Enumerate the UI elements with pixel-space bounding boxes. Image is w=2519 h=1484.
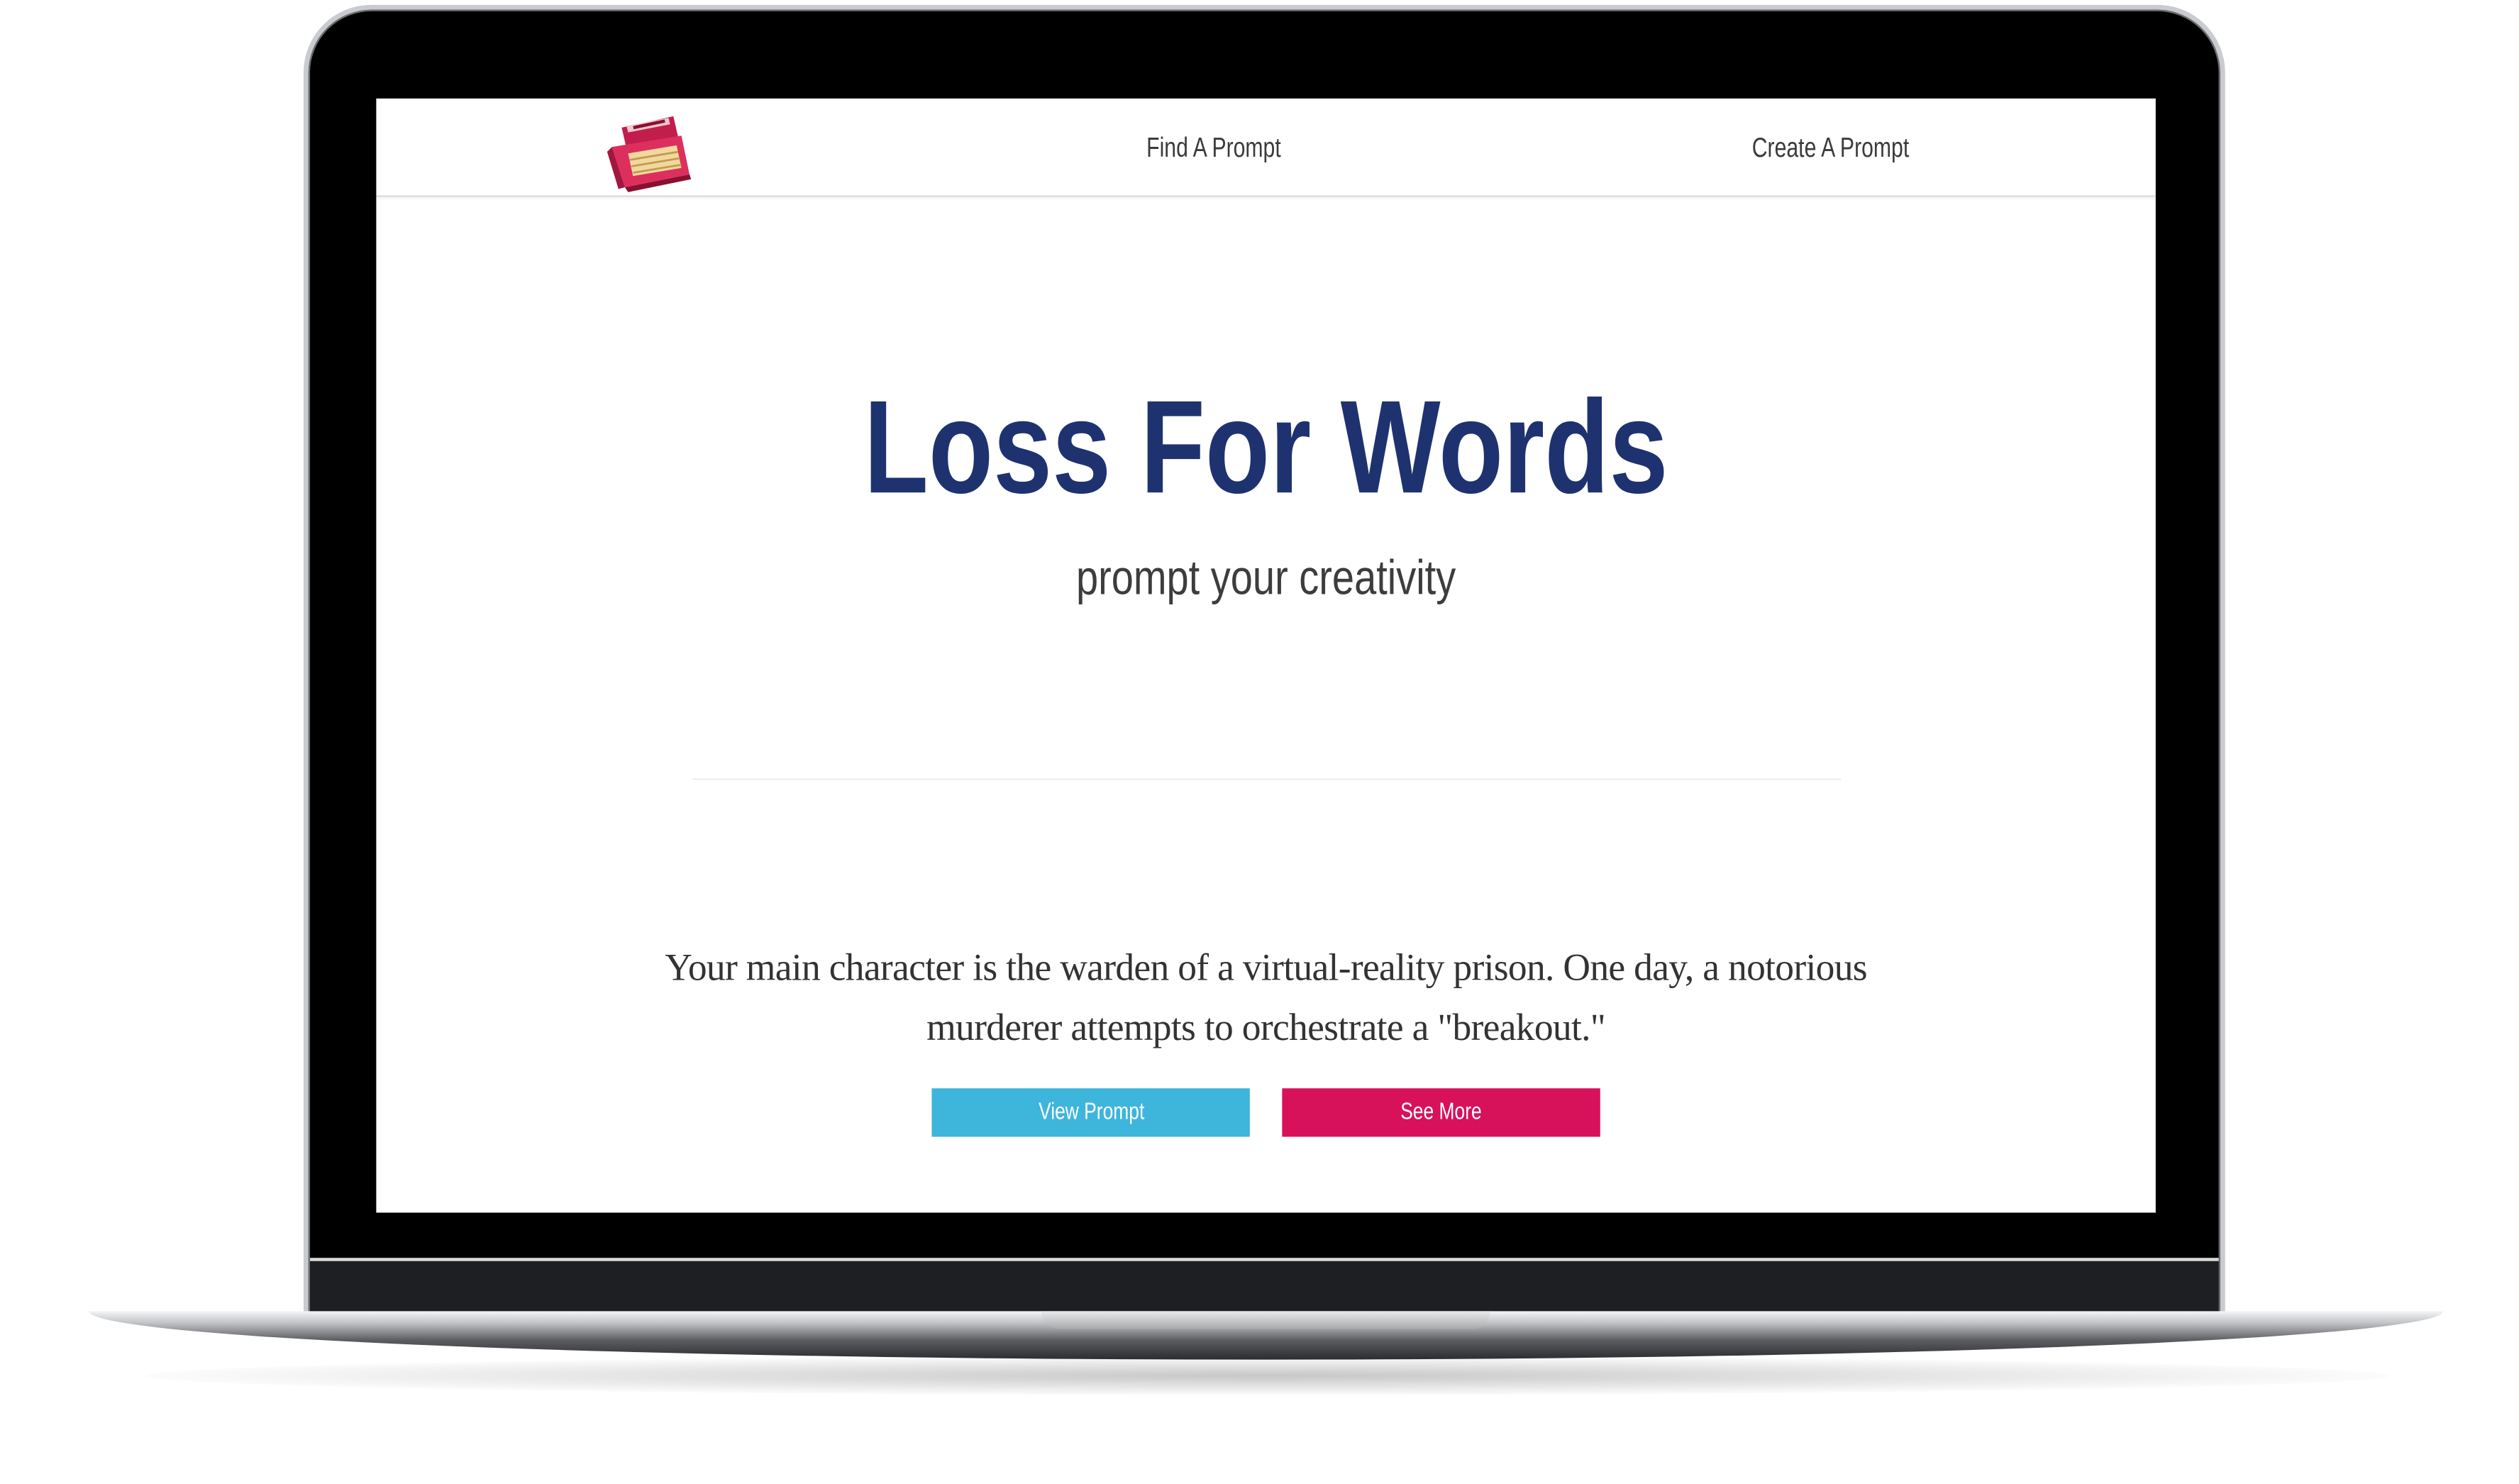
site-title: Loss For Words: [863, 375, 1668, 522]
nav-link-find-a-prompt[interactable]: Find A Prompt: [1146, 133, 1281, 165]
section-divider: [692, 778, 1841, 780]
laptop-hinge-notch: [1041, 1311, 1491, 1329]
navbar: Find A Prompt Create A Prompt: [376, 99, 2156, 197]
laptop-shadow: [145, 1356, 2390, 1395]
site-tagline: prompt your creativity: [1075, 552, 1456, 606]
nav-link-create-a-prompt[interactable]: Create A Prompt: [1752, 133, 1909, 165]
typewriter-icon[interactable]: [604, 109, 694, 192]
website-screen: Find A Prompt Create A Prompt Loss For W…: [376, 98, 2156, 1213]
laptop-mockup: Find A Prompt Create A Prompt Loss For W…: [0, 0, 2519, 1484]
view-prompt-button-label: View Prompt: [1038, 1100, 1144, 1126]
see-more-button[interactable]: See More: [1282, 1088, 1600, 1137]
see-more-button-label: See More: [1400, 1100, 1482, 1126]
laptop-bezel-chin: [310, 1258, 2219, 1317]
view-prompt-button[interactable]: View Prompt: [931, 1088, 1250, 1137]
prompt-text: Your main character is the warden of a v…: [665, 948, 1867, 1050]
